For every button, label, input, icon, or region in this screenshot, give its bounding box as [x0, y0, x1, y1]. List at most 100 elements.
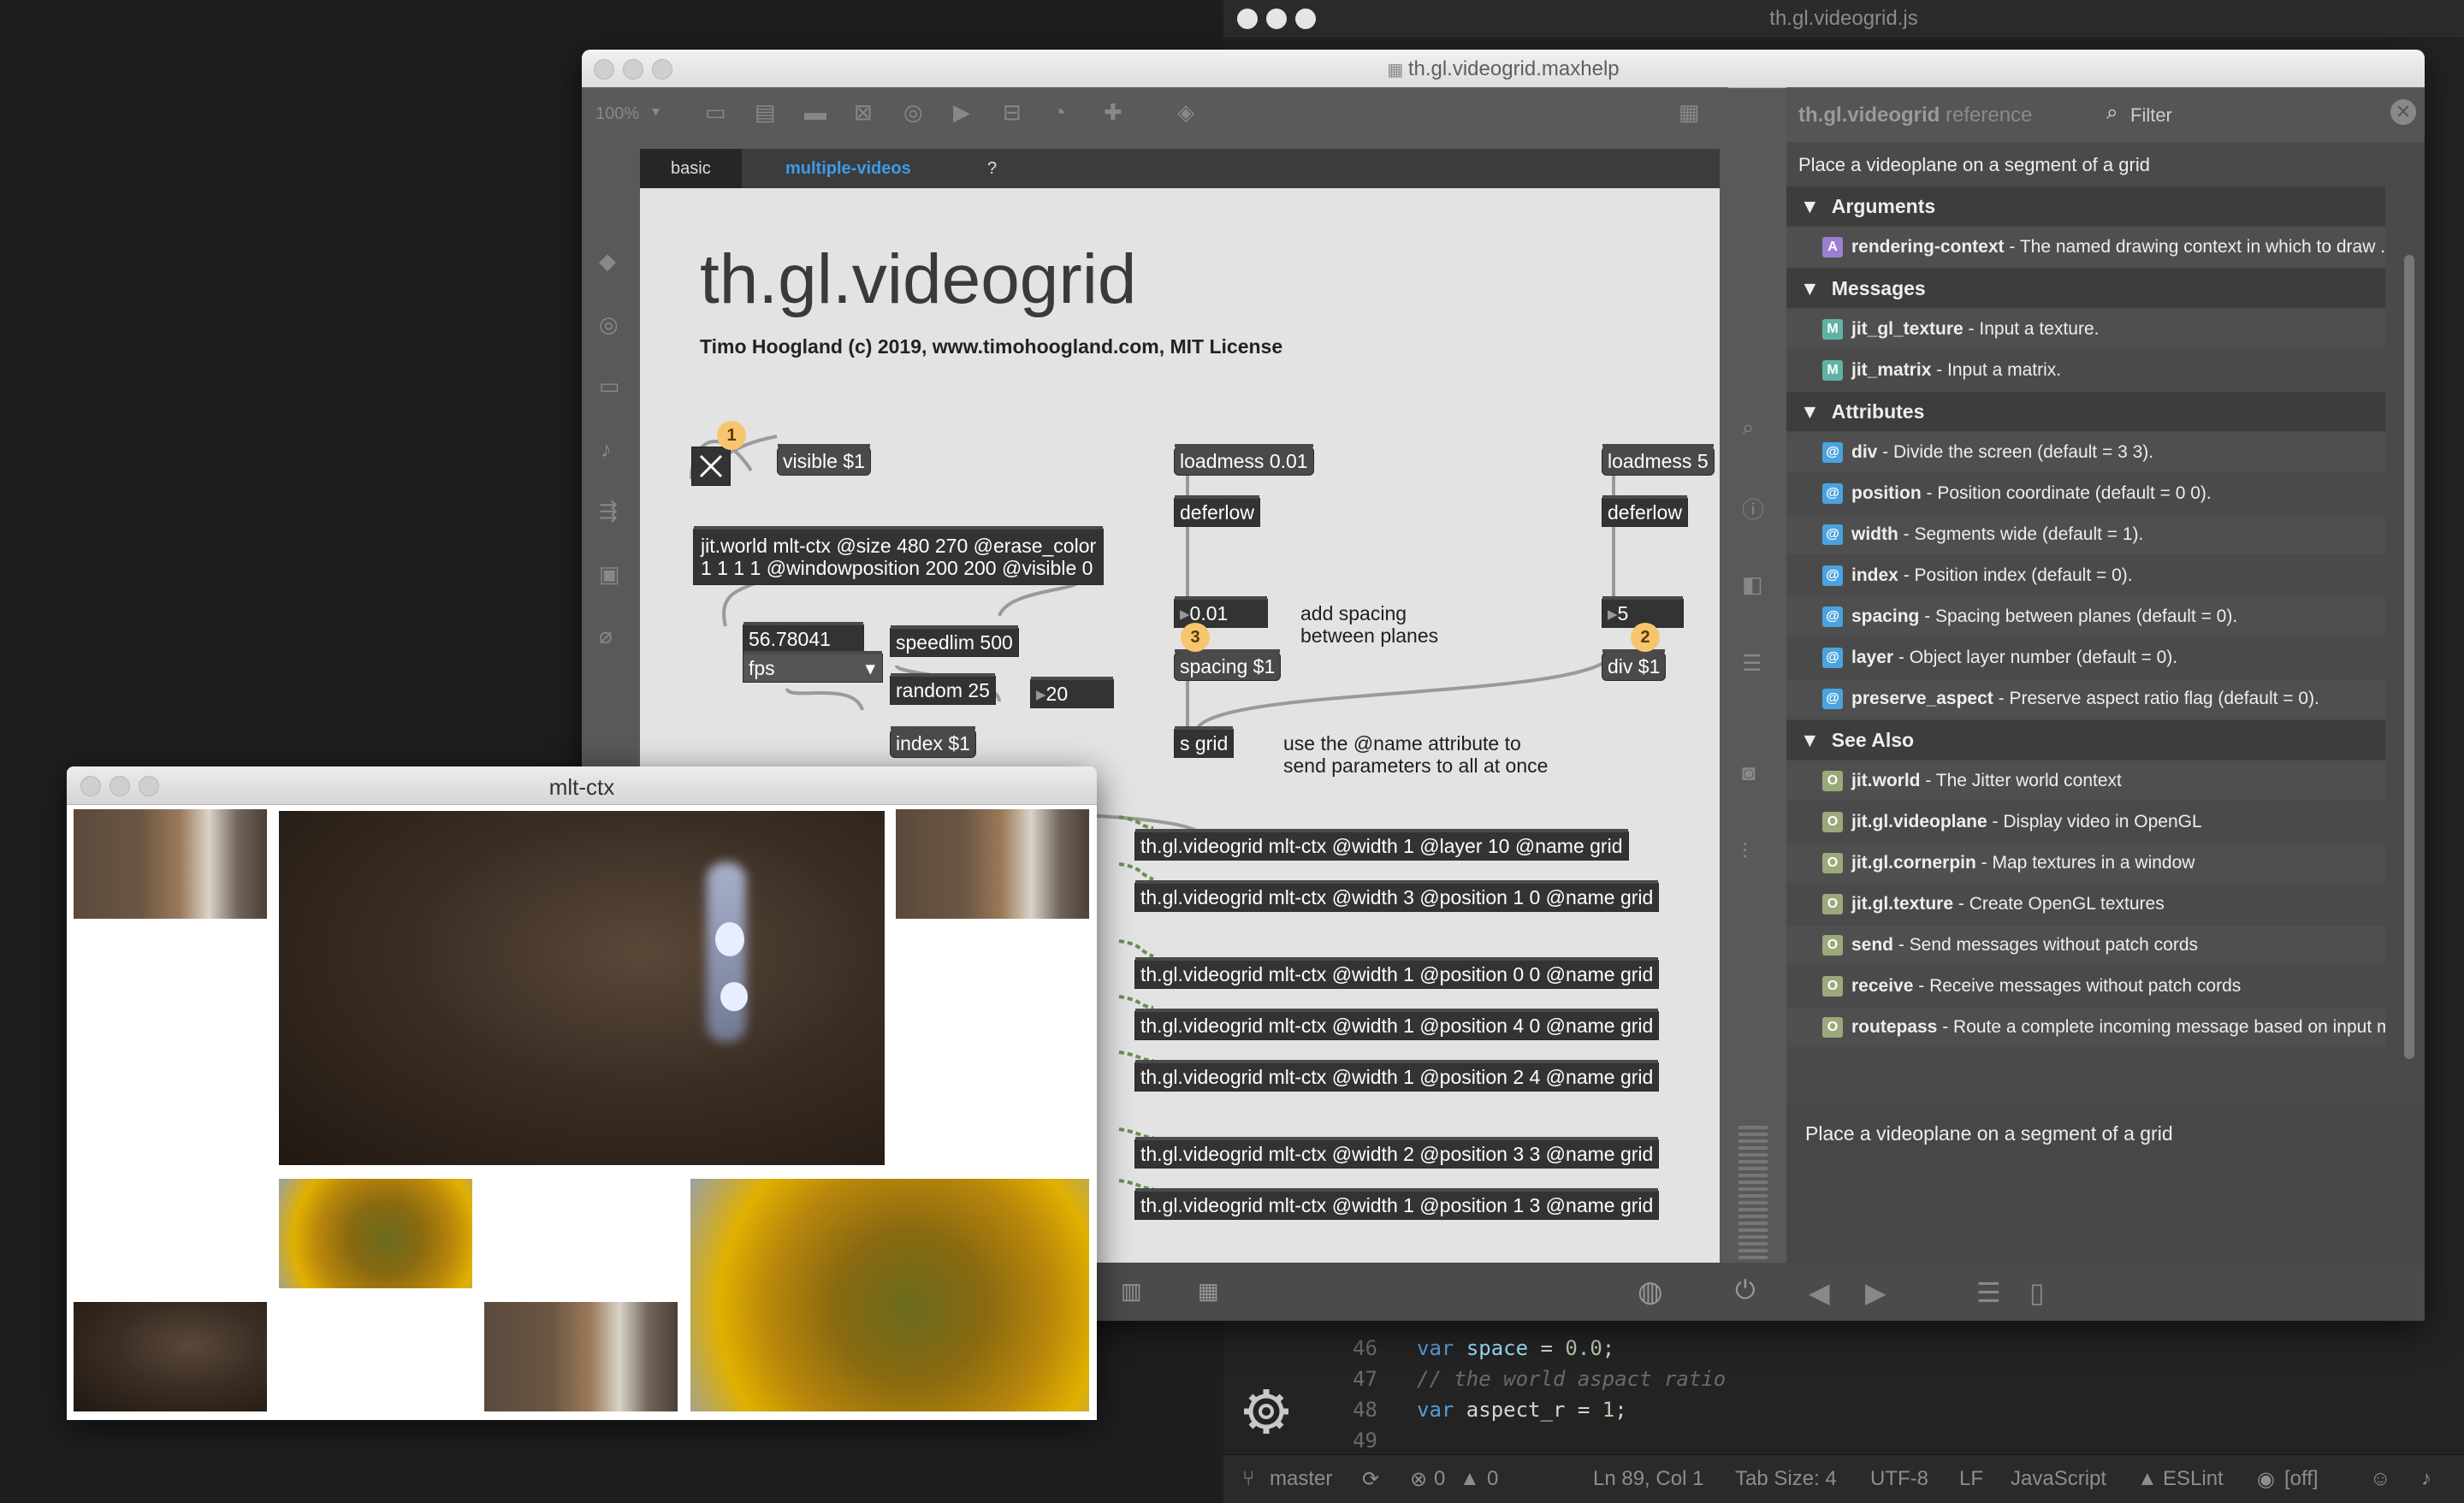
settings-gear-icon[interactable]: [1223, 1369, 1309, 1454]
image-icon[interactable]: ▣: [599, 561, 620, 588]
warning-icon[interactable]: ▲: [1460, 1467, 1480, 1491]
attribute-row[interactable]: @ spacing - Spacing between planes (defau…: [1786, 597, 2385, 636]
videogrid-object-6[interactable]: th.gl.videogrid mlt-ctx @width 2 @positi…: [1134, 1137, 1660, 1169]
back-icon[interactable]: ◀: [1809, 1276, 1830, 1309]
page-icon[interactable]: ▯: [2029, 1276, 2045, 1309]
speedlim-object[interactable]: speedlim 500: [890, 625, 1019, 657]
new-object-icon[interactable]: ▭: [705, 99, 726, 126]
list-icon[interactable]: ☰: [1742, 650, 1762, 677]
comment-icon[interactable]: ▬: [804, 99, 826, 126]
device-icon[interactable]: ▭: [599, 373, 620, 399]
videogrid-object-5[interactable]: th.gl.videogrid mlt-ctx @width 1 @positi…: [1134, 1060, 1660, 1092]
smiley-icon[interactable]: ☺: [2370, 1467, 2391, 1491]
button-icon[interactable]: ⊠: [854, 99, 873, 126]
code-line[interactable]: var space = 0.0;: [1417, 1336, 1614, 1360]
send-grid-object[interactable]: s grid: [1174, 726, 1235, 758]
index-message[interactable]: index $1: [890, 726, 976, 758]
zoom-level[interactable]: 100%: [595, 104, 639, 124]
tab-size[interactable]: Tab Size: 4: [1735, 1467, 1837, 1491]
close-icon[interactable]: ✕: [2390, 99, 2416, 125]
paint-icon[interactable]: ◈: [1177, 99, 1194, 126]
fps-menu[interactable]: fps ▾: [743, 651, 883, 683]
toggle-icon[interactable]: ◎: [903, 99, 923, 126]
camera-icon[interactable]: ◙: [1742, 760, 1756, 786]
tab-multiple-videos[interactable]: multiple-videos: [755, 149, 942, 188]
random-object[interactable]: random 25: [890, 673, 996, 705]
error-count[interactable]: 0: [1434, 1467, 1445, 1491]
signal-icon[interactable]: ⇶: [599, 498, 618, 524]
music-icon[interactable]: ♪: [601, 436, 612, 463]
presentation-icon[interactable]: ▥: [1121, 1278, 1142, 1305]
deferlow-1[interactable]: deferlow: [1174, 495, 1260, 527]
play-icon[interactable]: ▶: [953, 99, 970, 126]
div-message[interactable]: div $1: [1602, 649, 1667, 681]
deferlow-2[interactable]: deferlow: [1602, 495, 1688, 527]
dial-icon[interactable]: ◔: [1052, 99, 1066, 126]
tab-question[interactable]: ?: [957, 149, 1028, 188]
line-ending[interactable]: LF: [1959, 1467, 1983, 1491]
new-message-icon[interactable]: ▤: [755, 99, 776, 126]
cursor-position[interactable]: Ln 89, Col 1: [1593, 1467, 1703, 1491]
code-comment[interactable]: // the world aspact ratio: [1417, 1367, 1726, 1391]
videogrid-object-7[interactable]: th.gl.videogrid mlt-ctx @width 1 @positi…: [1134, 1188, 1660, 1220]
attribute-row[interactable]: @ index - Position index (default = 0).: [1786, 556, 2385, 595]
attribute-row[interactable]: @ div - Divide the screen (default = 3 3)…: [1786, 433, 2385, 472]
audio-icon[interactable]: ◍: [1638, 1275, 1663, 1309]
fps-number[interactable]: 56.78041: [743, 622, 864, 654]
grid-icon[interactable]: ▦: [1679, 99, 1700, 126]
message-row[interactable]: Mjit_gl_texture - Input a texture.: [1786, 310, 2385, 349]
videogrid-object-3[interactable]: th.gl.videogrid mlt-ctx @width 1 @positi…: [1134, 957, 1660, 989]
eslint-status[interactable]: ESLint: [2163, 1467, 2224, 1491]
videogrid-object-1[interactable]: th.gl.videogrid mlt-ctx @width 1 @layer …: [1134, 829, 1629, 861]
cube-icon[interactable]: ◆: [599, 248, 616, 275]
see-also-row[interactable]: Ojit.world - The Jitter world context: [1786, 761, 2385, 801]
loadmess-5[interactable]: loadmess 5: [1602, 444, 1715, 476]
power-icon[interactable]: ⏻: [1735, 1276, 1756, 1305]
see-also-row[interactable]: Oreceive - Receive messages without patc…: [1786, 967, 2385, 1006]
see-also-row[interactable]: Ojit.gl.texture - Create OpenGL textures: [1786, 885, 2385, 924]
attribute-row[interactable]: @ width - Segments wide (default = 1).: [1786, 515, 2385, 554]
search-icon[interactable]: ⌕: [1742, 414, 1755, 441]
toggle[interactable]: [691, 447, 731, 486]
loadmess-001[interactable]: loadmess 0.01: [1174, 444, 1314, 476]
mixer-icon[interactable]: ⫶: [1742, 838, 1748, 866]
section-see-also[interactable]: ▼ See Also: [1786, 720, 2385, 760]
info-icon[interactable]: ⓘ: [1742, 493, 1764, 524]
spacing-message[interactable]: spacing $1: [1174, 649, 1282, 681]
language-mode[interactable]: JavaScript: [2011, 1467, 2106, 1491]
videogrid-object-2[interactable]: th.gl.videogrid mlt-ctx @width 3 @positi…: [1134, 880, 1660, 912]
jit-world-object[interactable]: jit.world mlt-ctx @size 480 270 @erase_c…: [693, 526, 1105, 585]
reference-scrollbar[interactable]: [2404, 255, 2414, 1059]
warning-count[interactable]: 0: [1487, 1467, 1498, 1491]
git-branch-icon[interactable]: ⑂: [1242, 1467, 1254, 1491]
sync-icon[interactable]: ⟳: [1362, 1467, 1379, 1492]
videogrid-object-4[interactable]: th.gl.videogrid mlt-ctx @width 1 @positi…: [1134, 1009, 1660, 1040]
forward-icon[interactable]: ▶: [1865, 1276, 1886, 1309]
section-attributes[interactable]: ▼ Attributes: [1786, 392, 2385, 431]
section-messages[interactable]: ▼ Messages: [1786, 269, 2385, 308]
attribute-row[interactable]: @ layer - Object layer number (default = …: [1786, 638, 2385, 678]
argument-row[interactable]: Arendering-context - The named drawing c…: [1786, 228, 2385, 267]
add-icon[interactable]: ✚: [1104, 99, 1122, 126]
branch-name[interactable]: master: [1270, 1467, 1332, 1491]
error-icon[interactable]: ⊗: [1410, 1467, 1427, 1492]
bell-icon[interactable]: ♪: [2421, 1467, 2431, 1491]
section-arguments[interactable]: ▼ Arguments: [1786, 186, 2385, 226]
visible-message[interactable]: visible $1: [777, 444, 871, 476]
encoding[interactable]: UTF-8: [1870, 1467, 1928, 1491]
message-row[interactable]: Mjit_matrix - Input a matrix.: [1786, 351, 2385, 390]
filter-search-icon[interactable]: ⌕: [2106, 101, 2118, 125]
attribute-row[interactable]: @ preserve_aspect - Preserve aspect ratio…: [1786, 679, 2385, 719]
see-also-row[interactable]: Osend - Send messages without patch cord…: [1786, 926, 2385, 965]
attribute-row[interactable]: @ position - Position coordinate (default…: [1786, 474, 2385, 513]
slider-icon[interactable]: ⊟: [1003, 99, 1022, 126]
tab-basic[interactable]: basic: [640, 149, 742, 188]
zoom-dropdown-icon[interactable]: ▾: [652, 103, 660, 121]
see-also-row[interactable]: Ojit.gl.videoplane - Display video in Op…: [1786, 802, 2385, 842]
random-output-number[interactable]: ▸20: [1030, 677, 1114, 708]
menu-icon[interactable]: ☰: [1976, 1276, 2001, 1309]
code-line[interactable]: var aspect_r = 1;: [1417, 1398, 1627, 1422]
target-icon[interactable]: ◎: [599, 311, 619, 338]
attachment-icon[interactable]: ⌀: [599, 623, 613, 649]
see-also-row[interactable]: Ojit.gl.cornerpin - Map textures in a wi…: [1786, 843, 2385, 883]
